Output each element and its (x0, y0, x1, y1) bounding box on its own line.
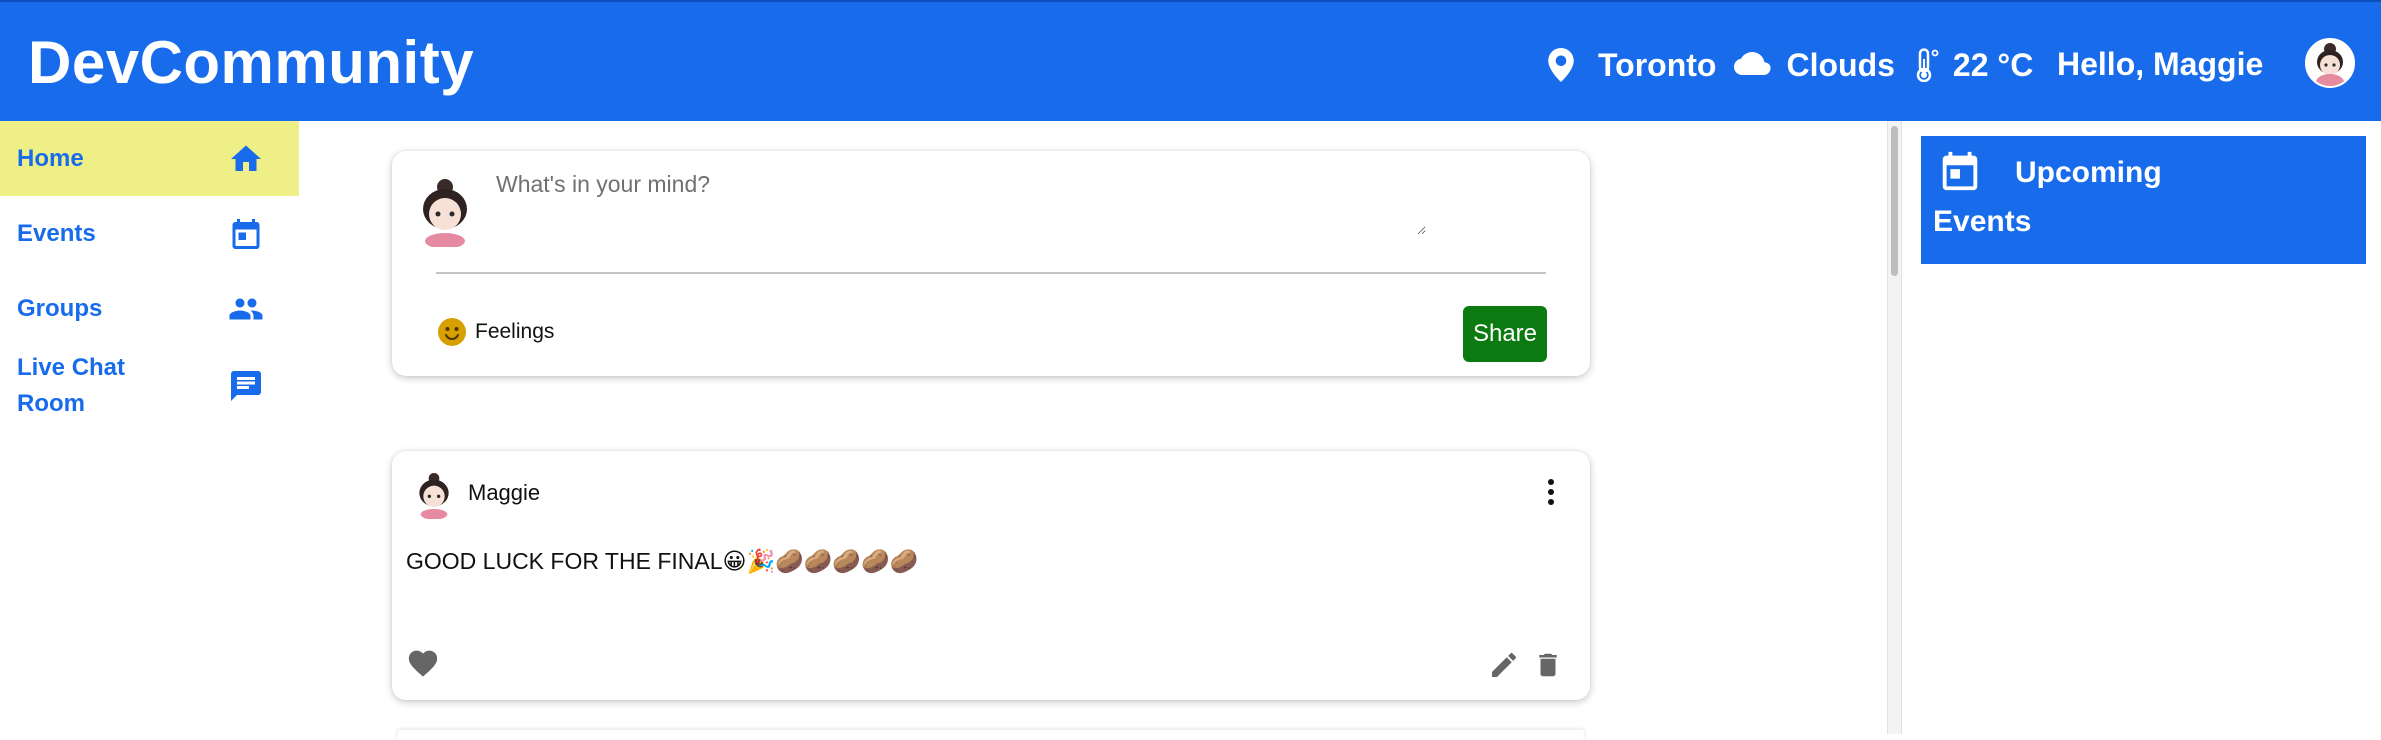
heart-icon[interactable] (406, 646, 442, 680)
temperature-text: 22 °C (1952, 46, 2034, 83)
composer-divider (436, 272, 1546, 274)
post-author-avatar[interactable] (412, 471, 456, 519)
post-card: Maggie GOOD LUCK FOR THE FINAL😀🎉🥔🥔🥔🥔🥔 (392, 451, 1590, 700)
panel-title-line2: Events (1933, 205, 2032, 238)
post-input[interactable] (496, 171, 1426, 235)
share-button[interactable]: Share (1463, 306, 1547, 362)
brand-logo[interactable]: DevCommunity (28, 28, 474, 97)
people-icon (228, 291, 264, 327)
post-text: GOOD LUCK FOR THE FINAL😀🎉🥔🥔🥔🥔🥔 (406, 548, 919, 574)
feelings-button[interactable]: Feelings (437, 317, 554, 347)
more-options-icon[interactable] (1544, 477, 1558, 507)
delete-icon[interactable] (1533, 649, 1563, 683)
post-composer: Feelings Share (392, 151, 1590, 376)
sidebar-item-home[interactable]: Home (0, 121, 299, 196)
next-post-card-edge (398, 730, 1584, 740)
thermometer-icon (1915, 48, 1939, 82)
calendar-icon (1937, 146, 1983, 196)
sidebar-item-groups[interactable]: Groups (0, 271, 299, 346)
scrollbar-thumb[interactable] (1891, 126, 1898, 276)
composer-avatar (412, 177, 478, 247)
edit-icon[interactable] (1488, 649, 1522, 683)
sidebar-item-label: Events (17, 219, 96, 247)
post-author-name[interactable]: Maggie (468, 480, 540, 506)
location-text: Toronto (1598, 46, 1717, 83)
location-pin-icon (1548, 48, 1574, 82)
weather-condition: Clouds (1786, 46, 1895, 83)
weather-widget: Toronto Clouds 22 °C (1548, 42, 2033, 88)
user-greeting: Hello, Maggie (2057, 46, 2264, 82)
sidebar-item-label: Groups (17, 294, 103, 322)
sidebar-item-live-chat-room[interactable]: Live Chat Room (0, 346, 299, 426)
panel-title-line1: Upcoming (2015, 156, 2162, 189)
sidebar-item-label: Home (17, 144, 84, 172)
calendar-icon (228, 216, 264, 252)
user-avatar[interactable] (2305, 38, 2355, 88)
sidebar-item-events[interactable]: Events (0, 196, 299, 271)
sidebar-item-label: Live Chat Room (17, 354, 126, 417)
feelings-label: Feelings (475, 320, 555, 343)
app-header: DevCommunity Toronto Clouds 22 °C Hello,… (0, 0, 2381, 121)
feed-scrollbar[interactable] (1887, 121, 1902, 734)
sidebar-nav: Home Events Groups Live Chat Room (0, 121, 299, 426)
cloud-icon (1734, 52, 1772, 78)
upcoming-events-panel: Upcoming Events (1921, 136, 2366, 264)
home-icon (228, 141, 264, 177)
chat-icon (228, 368, 264, 404)
smiley-icon (437, 317, 467, 347)
